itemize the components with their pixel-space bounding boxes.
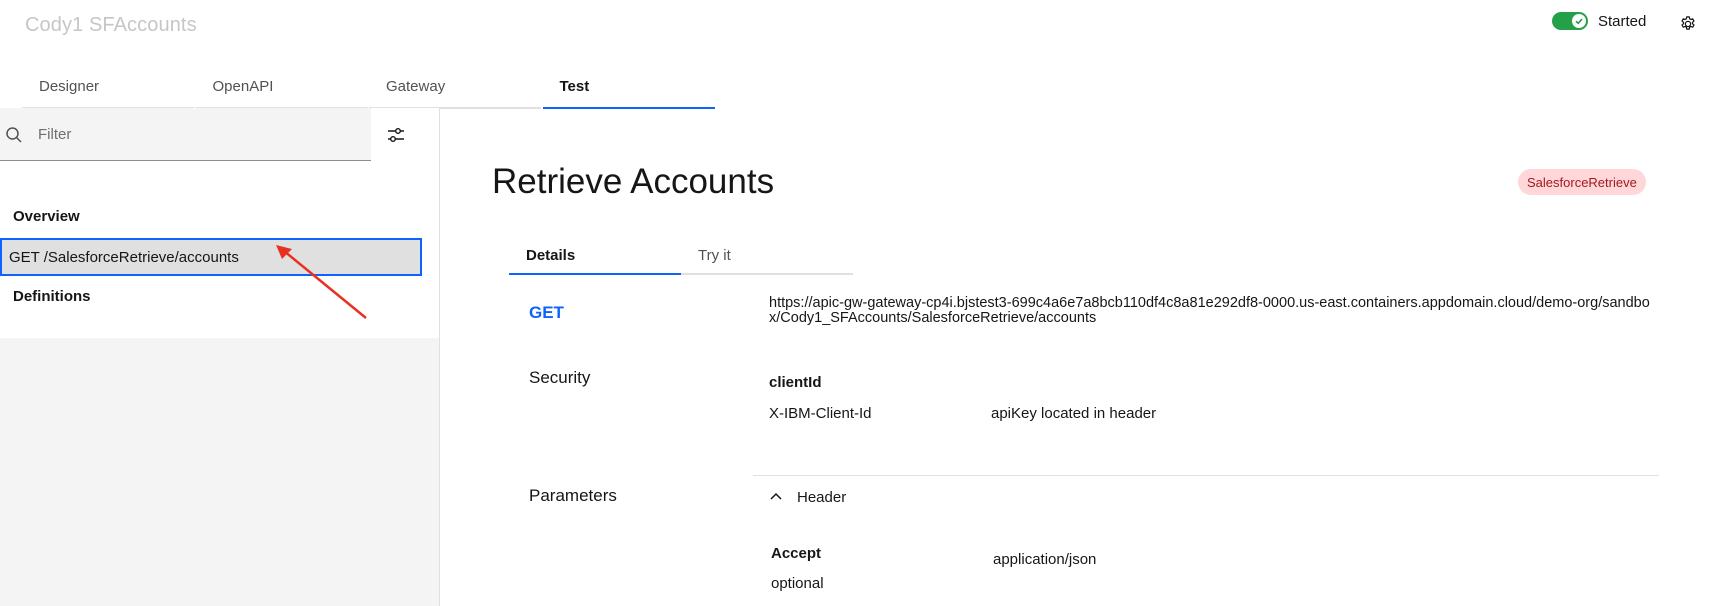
api-tag: SalesforceRetrieve — [1518, 169, 1646, 195]
app-title: Cody1 SFAccounts — [25, 14, 197, 36]
security-name: clientId — [769, 374, 822, 391]
status-toggle-group[interactable]: Started — [1552, 12, 1646, 30]
security-heading: Security — [529, 368, 591, 387]
status-label: Started — [1598, 12, 1647, 30]
main-panel: Retrieve Accounts SalesforceRetrieve Det… — [441, 108, 1728, 606]
sidebar-item-overview[interactable]: Overview — [13, 208, 80, 225]
header-accordion[interactable]: Header — [769, 488, 846, 506]
security-description: apiKey located in header — [991, 405, 1157, 422]
accordion-label: Header — [797, 488, 847, 506]
top-tabs: Designer OpenAPI Gateway Test — [22, 78, 716, 109]
status-toggle[interactable] — [1552, 12, 1588, 30]
divider — [753, 475, 1659, 476]
tab-test[interactable]: Test — [542, 78, 715, 109]
gear-icon[interactable] — [1678, 14, 1698, 34]
detail-tabs: Details Try it — [509, 238, 853, 275]
param-name: Accept — [771, 545, 822, 562]
checkmark-icon — [1572, 14, 1586, 28]
page-title: Retrieve Accounts — [492, 162, 775, 201]
tab-designer[interactable]: Designer — [22, 78, 194, 109]
sidebar-item-definitions[interactable]: Definitions — [13, 288, 91, 305]
annotation-arrow-icon — [276, 245, 367, 319]
filter-box — [0, 108, 371, 161]
param-required: optional — [771, 575, 824, 592]
tab-details[interactable]: Details — [509, 238, 681, 275]
sidebar-empty-area — [0, 338, 439, 606]
sidebar: Overview GET /SalesforceRetrieve/account… — [0, 108, 440, 606]
chevron-up-icon — [769, 488, 783, 506]
settings-adjust-icon[interactable] — [385, 124, 407, 146]
security-header: X-IBM-Client-Id — [769, 405, 872, 422]
tab-openapi[interactable]: OpenAPI — [195, 78, 368, 109]
parameters-heading: Parameters — [529, 486, 617, 505]
filter-input[interactable] — [38, 108, 358, 160]
http-method: GET — [529, 303, 564, 322]
tab-try-it[interactable]: Try it — [681, 238, 853, 275]
search-icon — [5, 126, 23, 144]
tab-gateway[interactable]: Gateway — [369, 78, 541, 109]
endpoint-url: https://apic-gw-gateway-cp4i.bjstest3-69… — [769, 295, 1650, 326]
param-value: application/json — [993, 551, 1097, 568]
